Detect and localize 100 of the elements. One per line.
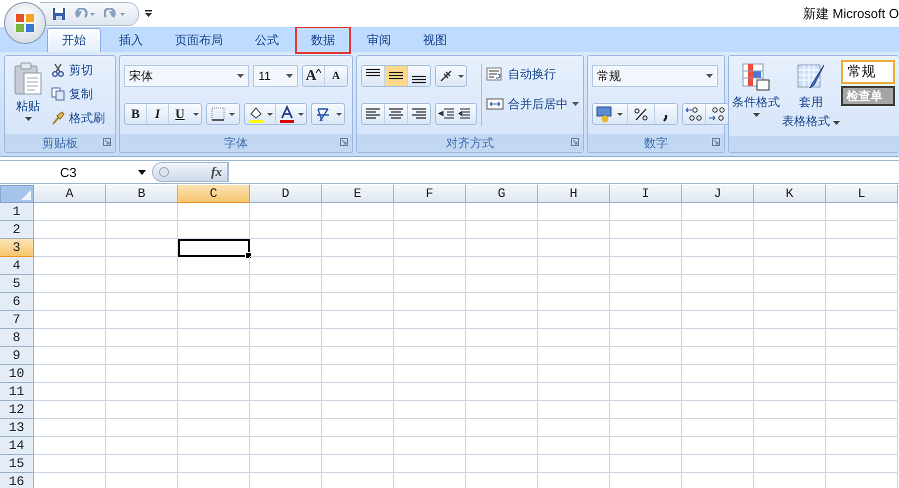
table-format-button[interactable]: 套用 表格格式 <box>781 60 842 132</box>
row-header[interactable]: 5 <box>0 275 34 293</box>
table-cell[interactable] <box>466 347 538 365</box>
table-cell[interactable] <box>466 401 538 419</box>
table-cell[interactable] <box>826 365 898 383</box>
ribbon-tab[interactable]: 审阅 <box>353 28 405 52</box>
table-cell[interactable] <box>394 203 466 221</box>
table-cell[interactable] <box>34 239 106 257</box>
row-header[interactable]: 12 <box>0 401 34 419</box>
table-cell[interactable] <box>466 383 538 401</box>
table-cell[interactable] <box>754 455 826 473</box>
table-cell[interactable] <box>106 365 178 383</box>
table-cell[interactable] <box>538 275 610 293</box>
table-cell[interactable] <box>610 203 682 221</box>
ribbon-tab[interactable]: 页面布局 <box>161 28 237 52</box>
table-cell[interactable] <box>178 257 250 275</box>
table-cell[interactable] <box>466 311 538 329</box>
table-cell[interactable] <box>538 383 610 401</box>
redo-icon[interactable] <box>104 8 126 20</box>
table-cell[interactable] <box>322 203 394 221</box>
table-cell[interactable] <box>394 365 466 383</box>
table-cell[interactable] <box>322 365 394 383</box>
table-cell[interactable] <box>322 455 394 473</box>
ribbon-tab[interactable]: 视图 <box>409 28 461 52</box>
table-cell[interactable] <box>826 257 898 275</box>
table-cell[interactable] <box>538 437 610 455</box>
dialog-launcher-icon[interactable] <box>103 138 111 146</box>
table-cell[interactable] <box>250 401 322 419</box>
table-cell[interactable] <box>754 275 826 293</box>
table-cell[interactable] <box>106 419 178 437</box>
table-cell[interactable] <box>394 311 466 329</box>
table-cell[interactable] <box>178 383 250 401</box>
column-header[interactable]: B <box>106 185 178 203</box>
ribbon-tab[interactable]: 开始 <box>47 28 101 52</box>
column-header[interactable]: H <box>538 185 610 203</box>
paste-button[interactable]: 粘贴 <box>9 60 47 130</box>
table-cell[interactable] <box>34 347 106 365</box>
table-cell[interactable] <box>250 239 322 257</box>
ribbon-tab[interactable]: 公式 <box>241 28 293 52</box>
table-cell[interactable] <box>178 329 250 347</box>
table-cell[interactable] <box>394 437 466 455</box>
row-header[interactable]: 2 <box>0 221 34 239</box>
table-cell[interactable] <box>250 383 322 401</box>
column-header[interactable]: L <box>826 185 898 203</box>
table-cell[interactable] <box>538 401 610 419</box>
table-cell[interactable] <box>34 383 106 401</box>
table-cell[interactable] <box>394 419 466 437</box>
font-name-dropdown[interactable]: 宋体 <box>124 65 250 87</box>
row-header[interactable]: 1 <box>0 203 34 221</box>
table-cell[interactable] <box>34 329 106 347</box>
save-icon[interactable] <box>52 6 66 20</box>
table-cell[interactable] <box>250 419 322 437</box>
table-cell[interactable] <box>394 329 466 347</box>
table-cell[interactable] <box>826 221 898 239</box>
table-cell[interactable] <box>538 329 610 347</box>
table-cell[interactable] <box>394 221 466 239</box>
table-cell[interactable] <box>826 239 898 257</box>
table-cell[interactable] <box>394 455 466 473</box>
table-cell[interactable] <box>178 437 250 455</box>
table-cell[interactable] <box>826 437 898 455</box>
dialog-launcher-icon[interactable] <box>712 138 720 146</box>
table-cell[interactable] <box>826 401 898 419</box>
table-cell[interactable] <box>466 203 538 221</box>
table-cell[interactable] <box>682 257 754 275</box>
merge-center-button[interactable]: 合并后居中 <box>486 94 579 114</box>
table-cell[interactable] <box>466 437 538 455</box>
table-cell[interactable] <box>178 455 250 473</box>
table-cell[interactable] <box>682 383 754 401</box>
table-cell[interactable] <box>466 275 538 293</box>
table-cell[interactable] <box>322 401 394 419</box>
table-cell[interactable] <box>610 221 682 239</box>
table-cell[interactable] <box>250 329 322 347</box>
table-cell[interactable] <box>682 347 754 365</box>
table-cell[interactable] <box>682 221 754 239</box>
column-header[interactable]: F <box>394 185 466 203</box>
column-header[interactable]: A <box>34 185 106 203</box>
underline-button[interactable]: U <box>169 104 191 124</box>
column-header[interactable]: C <box>178 185 250 203</box>
table-cell[interactable] <box>826 329 898 347</box>
column-header[interactable]: G <box>466 185 538 203</box>
table-cell[interactable] <box>610 275 682 293</box>
table-cell[interactable] <box>178 311 250 329</box>
table-cell[interactable] <box>538 239 610 257</box>
table-cell[interactable] <box>106 383 178 401</box>
number-format-dropdown[interactable]: 常规 <box>592 65 718 87</box>
table-cell[interactable] <box>682 275 754 293</box>
table-cell[interactable] <box>610 419 682 437</box>
table-cell[interactable] <box>754 401 826 419</box>
table-cell[interactable] <box>610 239 682 257</box>
table-cell[interactable] <box>538 221 610 239</box>
table-cell[interactable] <box>538 365 610 383</box>
table-cell[interactable] <box>826 347 898 365</box>
table-cell[interactable] <box>106 203 178 221</box>
table-cell[interactable] <box>106 329 178 347</box>
table-cell[interactable] <box>106 293 178 311</box>
row-header[interactable]: 15 <box>0 455 34 473</box>
table-cell[interactable] <box>34 455 106 473</box>
table-cell[interactable] <box>826 275 898 293</box>
table-cell[interactable] <box>754 203 826 221</box>
select-all-corner[interactable] <box>0 185 34 203</box>
